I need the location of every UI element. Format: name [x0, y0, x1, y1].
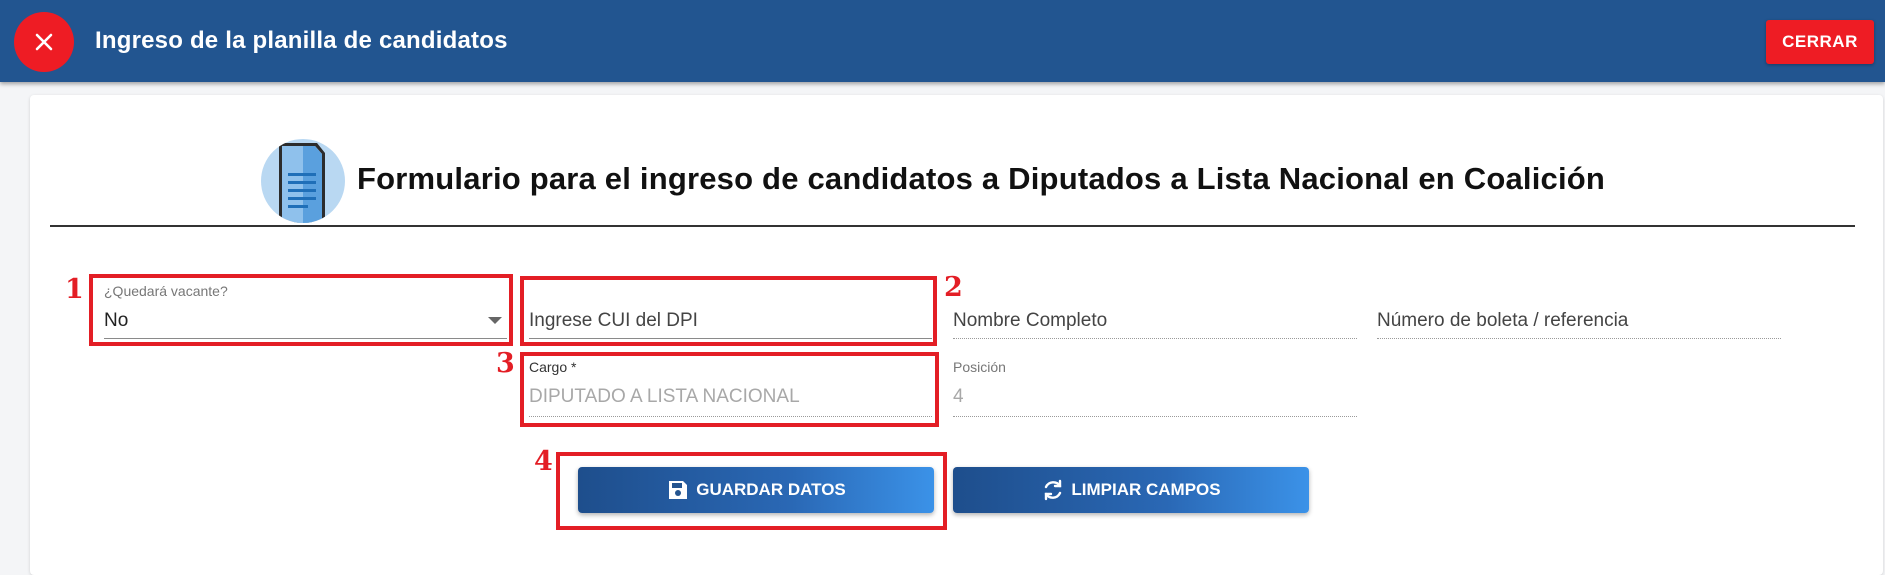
posicion-value: 4 — [953, 386, 964, 407]
annotation-box-4 — [556, 452, 947, 530]
annotation-number-4: 4 — [534, 446, 553, 477]
annotation-number-1: 1 — [65, 274, 84, 305]
close-icon[interactable] — [14, 12, 74, 72]
refresh-icon — [1045, 479, 1062, 501]
document-icon — [261, 139, 345, 223]
close-button[interactable]: CERRAR — [1766, 20, 1874, 64]
annotation-box-2 — [520, 276, 937, 346]
page-title: Ingreso de la planilla de candidatos — [95, 27, 508, 54]
boleta-placeholder: Número de boleta / referencia — [1377, 310, 1629, 331]
top-app-bar: Ingreso de la planilla de candidatos CER… — [0, 0, 1885, 82]
nombre-underline — [953, 338, 1357, 339]
nombre-input[interactable]: Nombre Completo — [953, 280, 1357, 340]
annotation-box-1 — [89, 274, 513, 346]
clear-button[interactable]: LIMPIAR CAMPOS — [953, 467, 1309, 513]
boleta-input[interactable]: Número de boleta / referencia — [1377, 280, 1781, 340]
posicion-field: Posición 4 — [953, 357, 1357, 417]
clear-button-label: LIMPIAR CAMPOS — [1071, 480, 1221, 499]
title-divider — [50, 225, 1855, 227]
annotation-number-3: 3 — [496, 348, 515, 379]
annotation-box-3 — [520, 352, 939, 427]
posicion-underline — [953, 416, 1357, 417]
boleta-underline — [1377, 338, 1781, 339]
form-title: Formulario para el ingreso de candidatos… — [357, 161, 1606, 196]
nombre-placeholder: Nombre Completo — [953, 310, 1108, 331]
posicion-label: Posición — [953, 359, 1006, 375]
annotation-number-2: 2 — [944, 272, 963, 303]
